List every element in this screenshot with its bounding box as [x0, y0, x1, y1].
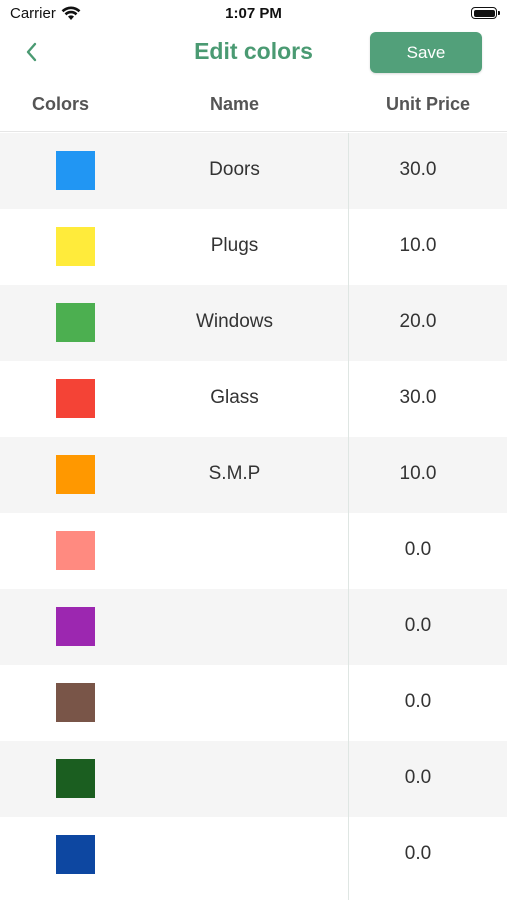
unit-price-field[interactable]: 0.0	[349, 843, 487, 865]
column-header-unit-price: Unit Price	[385, 94, 471, 114]
table-row[interactable]: Glass 30.0	[0, 361, 507, 437]
column-header-name: Name	[209, 94, 260, 114]
color-swatch[interactable]	[56, 379, 95, 418]
unit-price-field[interactable]: 0.0	[349, 691, 487, 713]
table-row[interactable]: 0.0	[0, 589, 507, 665]
unit-price-field[interactable]: 30.0	[349, 159, 487, 181]
color-swatch[interactable]	[56, 607, 95, 646]
table-row[interactable]: 0.0	[0, 513, 507, 589]
unit-price-field[interactable]: 10.0	[349, 235, 487, 257]
status-bar: Carrier 1:07 PM	[0, 0, 507, 28]
unit-price-field[interactable]: 10.0	[349, 463, 487, 485]
color-swatch[interactable]	[56, 759, 95, 798]
color-swatch[interactable]	[56, 303, 95, 342]
table-row[interactable]: 0.0	[0, 741, 507, 817]
item-name-field[interactable]: Plugs	[121, 235, 348, 257]
column-header-colors: Colors	[31, 94, 89, 114]
item-name-field[interactable]: Glass	[121, 387, 348, 409]
status-time: 1:07 PM	[225, 5, 282, 22]
table-row[interactable]: 0.0	[0, 665, 507, 741]
item-name-field[interactable]: Doors	[121, 159, 348, 181]
unit-price-field[interactable]: 0.0	[349, 767, 487, 789]
item-name-field[interactable]: Windows	[121, 311, 348, 333]
color-swatch[interactable]	[56, 531, 95, 570]
unit-price-field[interactable]: 20.0	[349, 311, 487, 333]
color-swatch[interactable]	[56, 455, 95, 494]
navigation-bar: Edit colors Save	[0, 28, 507, 76]
table-header: Colors Name Unit Price	[0, 78, 507, 132]
table-row[interactable]: 0.0	[0, 817, 507, 893]
item-name-field[interactable]: S.M.P	[121, 463, 348, 485]
column-divider	[348, 133, 349, 900]
unit-price-field[interactable]: 30.0	[349, 387, 487, 409]
save-button[interactable]: Save	[370, 32, 482, 73]
color-swatch[interactable]	[56, 227, 95, 266]
table-row[interactable]: S.M.P 10.0	[0, 437, 507, 513]
colors-table: Doors 30.0 Plugs 10.0 Windows 20.0 Glass 30.0 S.…	[0, 133, 507, 900]
unit-price-field[interactable]: 0.0	[349, 539, 487, 561]
color-swatch[interactable]	[56, 151, 95, 190]
battery-icon	[471, 7, 500, 19]
unit-price-field[interactable]: 0.0	[349, 615, 487, 637]
table-row[interactable]: Plugs 10.0	[0, 209, 507, 285]
table-row[interactable]: Windows 20.0	[0, 285, 507, 361]
color-swatch[interactable]	[56, 835, 95, 874]
table-row[interactable]: Doors 30.0	[0, 133, 507, 209]
color-swatch[interactable]	[56, 683, 95, 722]
